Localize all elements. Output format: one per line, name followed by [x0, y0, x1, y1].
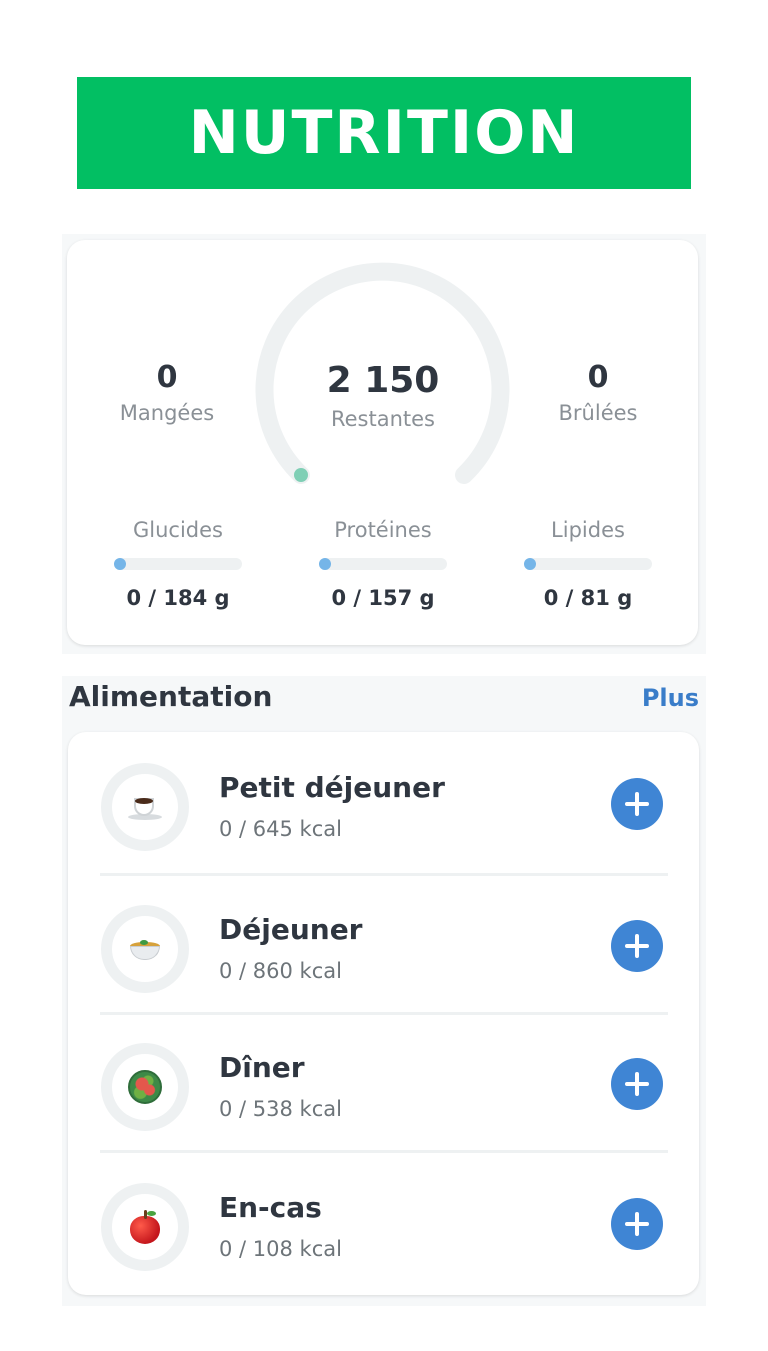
meal-icon-ring [101, 1183, 189, 1271]
add-dinner-button[interactable] [611, 1058, 663, 1110]
salad-icon [128, 1070, 162, 1104]
eaten-stat: 0 Mangées [107, 360, 227, 425]
macro-carbs-label: Glucides [133, 518, 223, 542]
remaining-value: 2 150 [326, 360, 440, 401]
macro-protein-bar-fill [319, 558, 331, 570]
macro-fat: Lipides 0 / 81 g [524, 518, 652, 610]
burned-stat: 0 Brûlées [538, 360, 658, 425]
macro-carbs-bar-fill [114, 558, 126, 570]
macro-fat-bar-fill [524, 558, 536, 570]
meal-name: Dîner [219, 1051, 305, 1084]
coffee-icon [128, 794, 162, 820]
macro-protein-bar [319, 558, 447, 570]
header-banner: NUTRITION [77, 77, 691, 189]
meal-name: Déjeuner [219, 913, 363, 946]
macro-carbs-value: 0 / 184 g [126, 586, 230, 610]
meal-kcal: 0 / 108 kcal [219, 1237, 342, 1261]
add-breakfast-button[interactable] [611, 778, 663, 830]
gauge-progress-dot [294, 468, 308, 482]
calorie-summary-card: 0 Mangées 2 150 Restantes 0 Brûlées Gluc… [67, 240, 698, 645]
meal-kcal: 0 / 538 kcal [219, 1097, 342, 1121]
meals-card: Petit déjeuner 0 / 645 kcal Déjeuner 0 /… [68, 732, 699, 1295]
apple-icon [129, 1210, 161, 1244]
macro-carbs: Glucides 0 / 184 g [114, 518, 242, 610]
macro-carbs-bar [114, 558, 242, 570]
page-title: NUTRITION [188, 98, 580, 168]
section-title: Alimentation [69, 680, 273, 713]
add-snack-button[interactable] [611, 1198, 663, 1250]
remaining-label: Restantes [330, 407, 435, 431]
macro-protein-value: 0 / 157 g [331, 586, 435, 610]
add-lunch-button[interactable] [611, 920, 663, 972]
macro-fat-value: 0 / 81 g [543, 586, 633, 610]
macro-fat-bar [524, 558, 652, 570]
meal-icon-ring [101, 763, 189, 851]
more-link[interactable]: Plus [642, 684, 699, 712]
meal-row-breakfast[interactable]: Petit déjeuner 0 / 645 kcal [68, 732, 699, 870]
macro-protein: Protéines 0 / 157 g [319, 518, 447, 610]
remaining-stat: 2 150 Restantes [303, 360, 463, 431]
meal-row-lunch[interactable]: Déjeuner 0 / 860 kcal [68, 874, 699, 1012]
eaten-label: Mangées [119, 401, 215, 425]
meal-row-dinner[interactable]: Dîner 0 / 538 kcal [68, 1012, 699, 1150]
macro-protein-label: Protéines [334, 518, 432, 542]
meal-icon-ring [101, 905, 189, 993]
meal-row-snack[interactable]: En-cas 0 / 108 kcal [68, 1152, 699, 1290]
meal-name: En-cas [219, 1191, 322, 1224]
macro-fat-label: Lipides [551, 518, 625, 542]
meal-name: Petit déjeuner [219, 771, 445, 804]
meal-icon-ring [101, 1043, 189, 1131]
meal-kcal: 0 / 860 kcal [219, 959, 342, 983]
meal-kcal: 0 / 645 kcal [219, 817, 342, 841]
eaten-value: 0 [156, 360, 178, 395]
burned-label: Brûlées [558, 401, 638, 425]
burned-value: 0 [587, 360, 609, 395]
soup-bowl-icon [128, 936, 162, 962]
